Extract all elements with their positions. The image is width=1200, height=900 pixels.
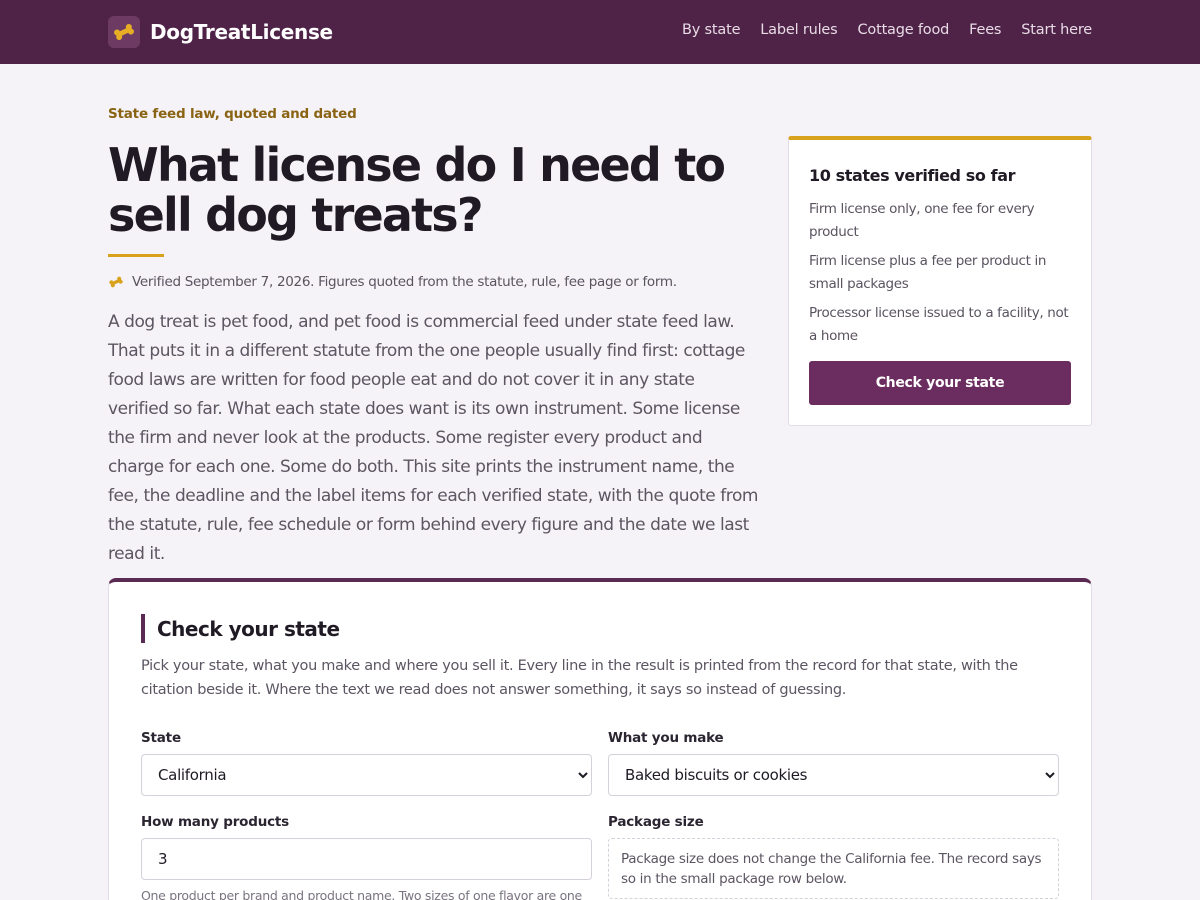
- nav-link-by-state[interactable]: By state: [682, 22, 740, 38]
- main-nav: By state Label rules Cottage food Fees S…: [682, 22, 1092, 38]
- state-field: State California: [141, 730, 592, 796]
- top-navigation-bar: DogTreatLicense By state Label rules Cot…: [0, 0, 1200, 64]
- bone-icon: [108, 276, 124, 288]
- title-underline: [108, 254, 164, 257]
- product-count-hint: One product per brand and product name. …: [141, 888, 582, 900]
- verified-text: Verified September 7, 2026. Figures quot…: [132, 274, 677, 290]
- checker-description: Pick your state, what you make and where…: [141, 658, 1018, 698]
- nav-link-cottage-food[interactable]: Cottage food: [857, 22, 949, 38]
- product-count-label: How many products: [141, 814, 289, 830]
- package-size-field: Package size Package size does not chang…: [608, 814, 1059, 899]
- product-count-field: How many products One product per brand …: [141, 814, 592, 900]
- nav-link-fees[interactable]: Fees: [969, 22, 1001, 38]
- package-size-label: Package size: [608, 814, 704, 830]
- state-label: State: [141, 730, 181, 746]
- product-type-select[interactable]: Baked biscuits or cookies: [608, 754, 1059, 796]
- brand-name: DogTreatLicense: [150, 20, 333, 44]
- checker-heading: Check your state: [141, 614, 340, 643]
- verified-line: Verified September 7, 2026. Figures quot…: [108, 274, 677, 290]
- bone-icon: [108, 16, 140, 48]
- product-type-field: What you make Baked biscuits or cookies: [608, 730, 1059, 796]
- states-summary-card: 10 states verified so far Firm license o…: [788, 136, 1092, 426]
- summary-item: Firm license only, one fee for every pro…: [809, 201, 1035, 240]
- package-size-note: Package size does not change the Califor…: [608, 838, 1059, 899]
- nav-link-label-rules[interactable]: Label rules: [760, 22, 837, 38]
- summary-title: 10 states verified so far: [809, 166, 1016, 185]
- product-type-label: What you make: [608, 730, 724, 746]
- summary-item: Firm license plus a fee per product in s…: [809, 253, 1047, 292]
- state-select[interactable]: California: [141, 754, 592, 796]
- summary-item: Processor license issued to a facility, …: [809, 305, 1069, 344]
- intro-paragraph: A dog treat is pet food, and pet food is…: [108, 312, 759, 564]
- check-your-state-button[interactable]: Check your state: [809, 361, 1071, 405]
- nav-link-start-here[interactable]: Start here: [1021, 22, 1092, 38]
- summary-list: Firm license only, one fee for every pro…: [809, 198, 1071, 354]
- eyebrow-label: State feed law, quoted and dated: [108, 106, 357, 122]
- brand-link[interactable]: DogTreatLicense: [108, 16, 333, 48]
- product-count-input[interactable]: [141, 838, 592, 880]
- checker-title: Check your state: [157, 616, 340, 641]
- state-checker-card: Check your state Pick your state, what y…: [108, 578, 1092, 900]
- page-title: What license do I need to sell dog treat…: [108, 138, 726, 242]
